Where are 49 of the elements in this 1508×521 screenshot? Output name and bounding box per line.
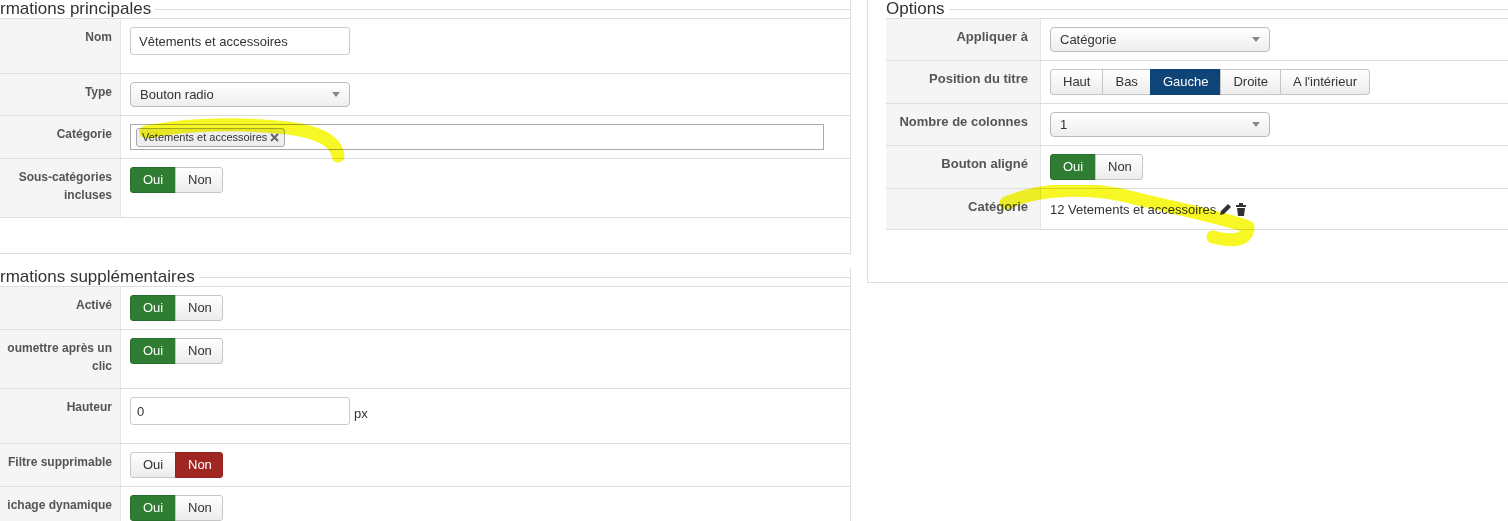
caret-icon xyxy=(1252,37,1260,42)
toggle-option[interactable]: Oui xyxy=(130,295,176,321)
toggle-option[interactable]: Non xyxy=(175,495,223,521)
toggle-option[interactable]: Non xyxy=(175,167,223,193)
toggle-option[interactable]: Bas xyxy=(1102,69,1151,95)
close-icon xyxy=(270,132,280,142)
unit-label: px xyxy=(354,404,368,423)
toggle-option[interactable]: Oui xyxy=(130,495,176,521)
field-label: Type xyxy=(84,85,112,99)
toggle-option[interactable]: Non xyxy=(175,338,223,364)
dropdown-value: Catégorie xyxy=(1060,30,1117,49)
toggle-option[interactable]: Oui xyxy=(1050,154,1096,180)
field-label: Activé xyxy=(75,298,112,312)
toggle-option[interactable]: Non xyxy=(175,295,223,321)
field-label: Bouton aligné xyxy=(941,156,1028,171)
dropdown-value: Bouton radio xyxy=(140,85,214,104)
field-label: oumettre après un clic xyxy=(7,341,112,373)
field-label: Filtre supprimable xyxy=(7,455,112,469)
toggle-option[interactable]: Non xyxy=(1095,154,1143,180)
text-field[interactable]: Vêtements et accessoires xyxy=(130,27,350,55)
field-label: Position du titre xyxy=(929,71,1028,86)
toggle-option[interactable]: A l'intérieur xyxy=(1280,69,1370,95)
dropdown[interactable]: Bouton radio xyxy=(130,82,350,107)
field-label: Sous-catégories incluses xyxy=(18,170,112,202)
field-label: Nom xyxy=(85,30,112,44)
number-field[interactable]: 0 xyxy=(130,397,350,425)
trash-icon xyxy=(1235,203,1248,217)
dropdown[interactable]: Catégorie xyxy=(1050,27,1270,52)
toggle-option[interactable]: Haut xyxy=(1050,69,1104,95)
field-label: Appliquer à xyxy=(956,29,1028,44)
caret-icon xyxy=(1252,122,1260,127)
section-title: Options xyxy=(886,0,945,18)
dropdown-value: 1 xyxy=(1060,115,1068,134)
field-label: Nombre de colonnes xyxy=(899,114,1028,129)
field-label: Catégorie xyxy=(968,199,1028,214)
dropdown[interactable]: 1 xyxy=(1050,112,1270,137)
section-title: rmations principales xyxy=(0,0,152,18)
section-title: rmations supplémentaires xyxy=(0,268,195,286)
toggle-option[interactable]: Droite xyxy=(1220,69,1282,95)
toggle-option[interactable]: Oui xyxy=(130,452,176,478)
toggle-option[interactable]: Gauche xyxy=(1149,69,1222,95)
tag-label: Vetements et accessoires xyxy=(142,129,268,145)
field-label: Hauteur xyxy=(66,400,112,414)
caret-icon xyxy=(332,92,340,97)
toggle-option[interactable]: Oui xyxy=(130,167,176,193)
toggle-option[interactable]: Non xyxy=(175,452,223,478)
field-label: ichage dynamique xyxy=(7,498,112,512)
field-label: Catégorie xyxy=(56,127,112,141)
toggle-option[interactable]: Oui xyxy=(130,338,176,364)
